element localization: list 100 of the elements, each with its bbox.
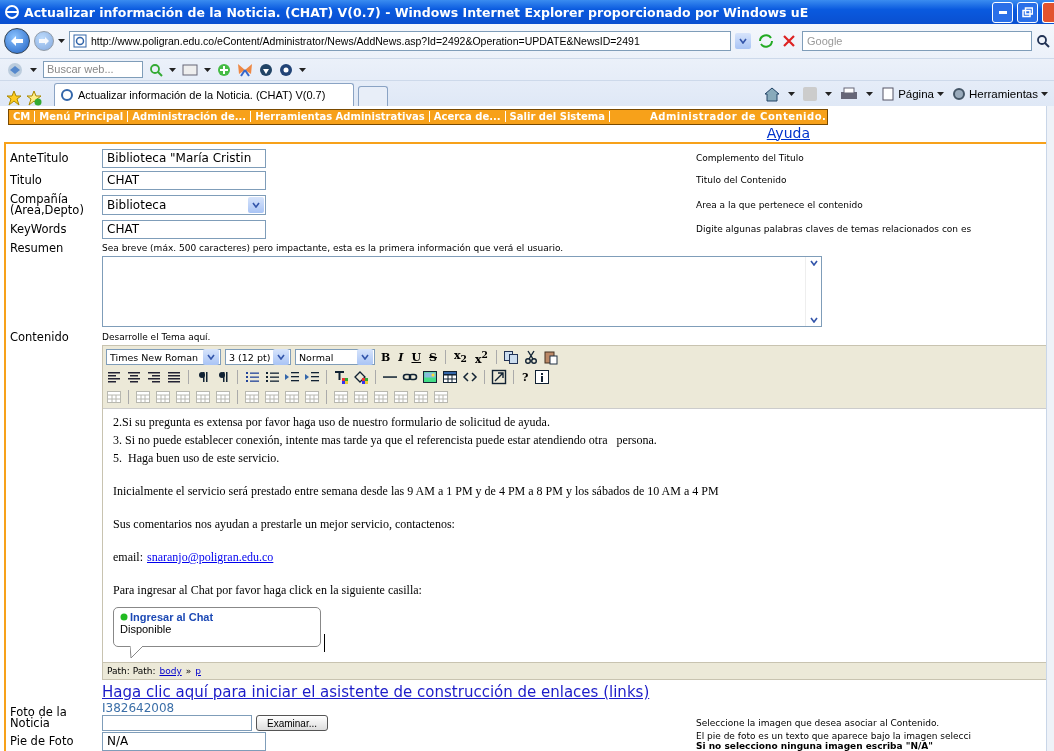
path-link[interactable]: p [195,666,201,676]
minimize-button[interactable] [992,1,1013,23]
forward-button[interactable] [34,31,54,51]
field-hint: El pie de foto es un texto que aparece bajo la imagen selecci [696,731,972,741]
caret-icon [207,354,215,360]
text-color-icon[interactable] [333,369,349,385]
align-left-icon[interactable] [106,369,122,385]
copy-icon[interactable] [502,349,519,365]
scroll-down-icon [809,317,818,323]
info-icon[interactable] [534,369,551,385]
window-title: Actualizar información de la Noticia. (CHAT) V(0.7) - Windows Internet Explorer proporcionado por Windows uE [24,4,810,20]
add-favorites-icon[interactable] [26,90,42,106]
format-select[interactable]: Normal [295,349,375,365]
links-wizard-link[interactable]: Haga clic aquí para iniciar el asistente de construcción de enlaces (links) [102,683,1046,701]
email-label: email: [113,549,143,566]
path-label: Path: Path: [107,666,156,676]
field-hint: Si no selecciono ninguna imagen escriba "N/A" [696,741,934,751]
format-button[interactable]: S [427,349,439,365]
plus-icon[interactable] [217,62,231,77]
browser-tab[interactable]: Actualizar información de la Noticia. (CHAT) V(0.7) [54,83,354,106]
scroll-up-icon [809,260,818,266]
toolbar-logo-icon [6,61,24,78]
font-select[interactable]: Times New Roman [106,349,221,365]
forward-arrow-icon [39,37,49,45]
field-note: Sea breve (máx. 500 caracteres) pero impactante, esta es la primera información que verá el usuario. [102,243,565,253]
dropdown-arrow-icon [58,39,65,43]
textarea-field[interactable] [102,256,822,327]
text-field[interactable]: N/A [102,731,266,751]
text-field[interactable]: CHAT [102,219,266,239]
dropdown-arrow-icon [169,67,176,72]
highlight-icon[interactable] [353,369,369,385]
field-label: Titulo [10,174,43,186]
scrollbar[interactable] [1046,106,1054,751]
field-hint: Area a la que pertenece el contenido [696,199,864,210]
dropdown-arrow-icon [204,67,211,72]
dropdown-arrow-icon [1041,92,1048,96]
field-label: Foto de la Noticia [10,707,68,729]
dropdown-arrow-icon [866,92,874,96]
field-hint: Complemento del Titulo [696,153,805,163]
path-link[interactable]: body [159,666,182,676]
image-icon[interactable] [422,369,438,385]
search-field[interactable]: Buscar web... [43,61,143,78]
paste-icon[interactable] [542,349,559,365]
bullet-list-icon[interactable] [264,369,280,385]
content-paragraph: Inicialmente el servicio será prestado entre semana desde las 9 AM a 1 PM y de 4 PM a 8 PM y los sábados de 10 AM a 4 PM [113,483,720,500]
refresh-icon[interactable] [756,32,776,50]
page-icon [881,87,896,101]
dropdown-arrow-icon [936,92,944,96]
table-icon[interactable] [442,369,458,385]
select-field[interactable]: Biblioteca [102,194,266,215]
minimize-icon [998,10,1007,14]
command-menu[interactable]: Herramientas [951,87,1048,101]
address-field[interactable]: http://www.poligran.edu.co/eContent/Administrator/News/AddNews.asp?Id=2492&Operation=UPDATE&NewsID=2491 [69,31,731,51]
format-button[interactable]: I [396,349,406,365]
path-separator: » [185,666,192,676]
printer-icon[interactable] [840,86,859,102]
help-button[interactable]: ? [520,369,531,385]
content-paragraph: Sus comentarios nos ayudan a prestarle un mejor servicio, contactenos: [113,516,456,533]
close-button[interactable] [1042,1,1054,23]
chat-link[interactable]: Ingresar al Chat [120,611,314,623]
numbered-list-icon[interactable] [244,369,260,385]
file-field[interactable] [102,715,252,731]
caret-icon [739,38,747,44]
maximize-button[interactable] [1017,1,1038,23]
text-field[interactable]: Biblioteca "María Cristin [102,148,266,168]
caret-icon [361,354,369,360]
dropdown-arrow-icon [299,67,306,72]
scissors-icon[interactable] [522,349,539,365]
page-icon [60,88,74,102]
justify-icon[interactable] [166,369,182,385]
search-icon[interactable] [1036,34,1050,48]
browser-icon [4,4,20,20]
script-button[interactable]: x$^{2}$ [472,349,490,365]
browse-button[interactable]: Examinar... [256,715,329,731]
butterfly-icon[interactable] [237,62,253,77]
site-menu-title: Administrador de Contenido. [650,111,827,123]
help-link[interactable]: Ayuda [766,124,810,142]
script-button[interactable]: x$_{2}$ [452,349,469,365]
page-icon [73,34,87,48]
address-dropdown-button[interactable] [735,33,751,49]
favorites-star-icon[interactable] [6,90,22,106]
size-select[interactable]: 3 (12 pt) [225,349,291,365]
align-center-icon[interactable] [126,369,142,385]
format-button[interactable]: U [409,349,424,365]
email-link[interactable]: snaranjo@poligran.edu.co [147,548,274,566]
text-cursor-icon [324,634,326,652]
field-hint: Digite algunas palabras claves de temas relacionados con es [696,224,973,234]
dropdown-arrow-icon [825,92,833,96]
home-icon[interactable] [764,86,781,102]
align-right-icon[interactable] [146,369,162,385]
field-label: Compañía (Area,Depto) [10,193,85,216]
fullscreen-icon[interactable] [491,369,507,385]
dropdown-arrow-icon [788,92,796,96]
back-button[interactable] [4,28,30,54]
format-button[interactable]: B [379,349,393,365]
bubble-tail-icon [130,646,144,658]
text-field[interactable]: CHAT [102,170,266,190]
command-menu[interactable]: Página [881,87,944,101]
field-label: Contenido [10,331,70,343]
content-line: 2.Si su pregunta es extensa por favor haga uso de nuestro formulario de solicitud de ayuda. [113,414,551,431]
